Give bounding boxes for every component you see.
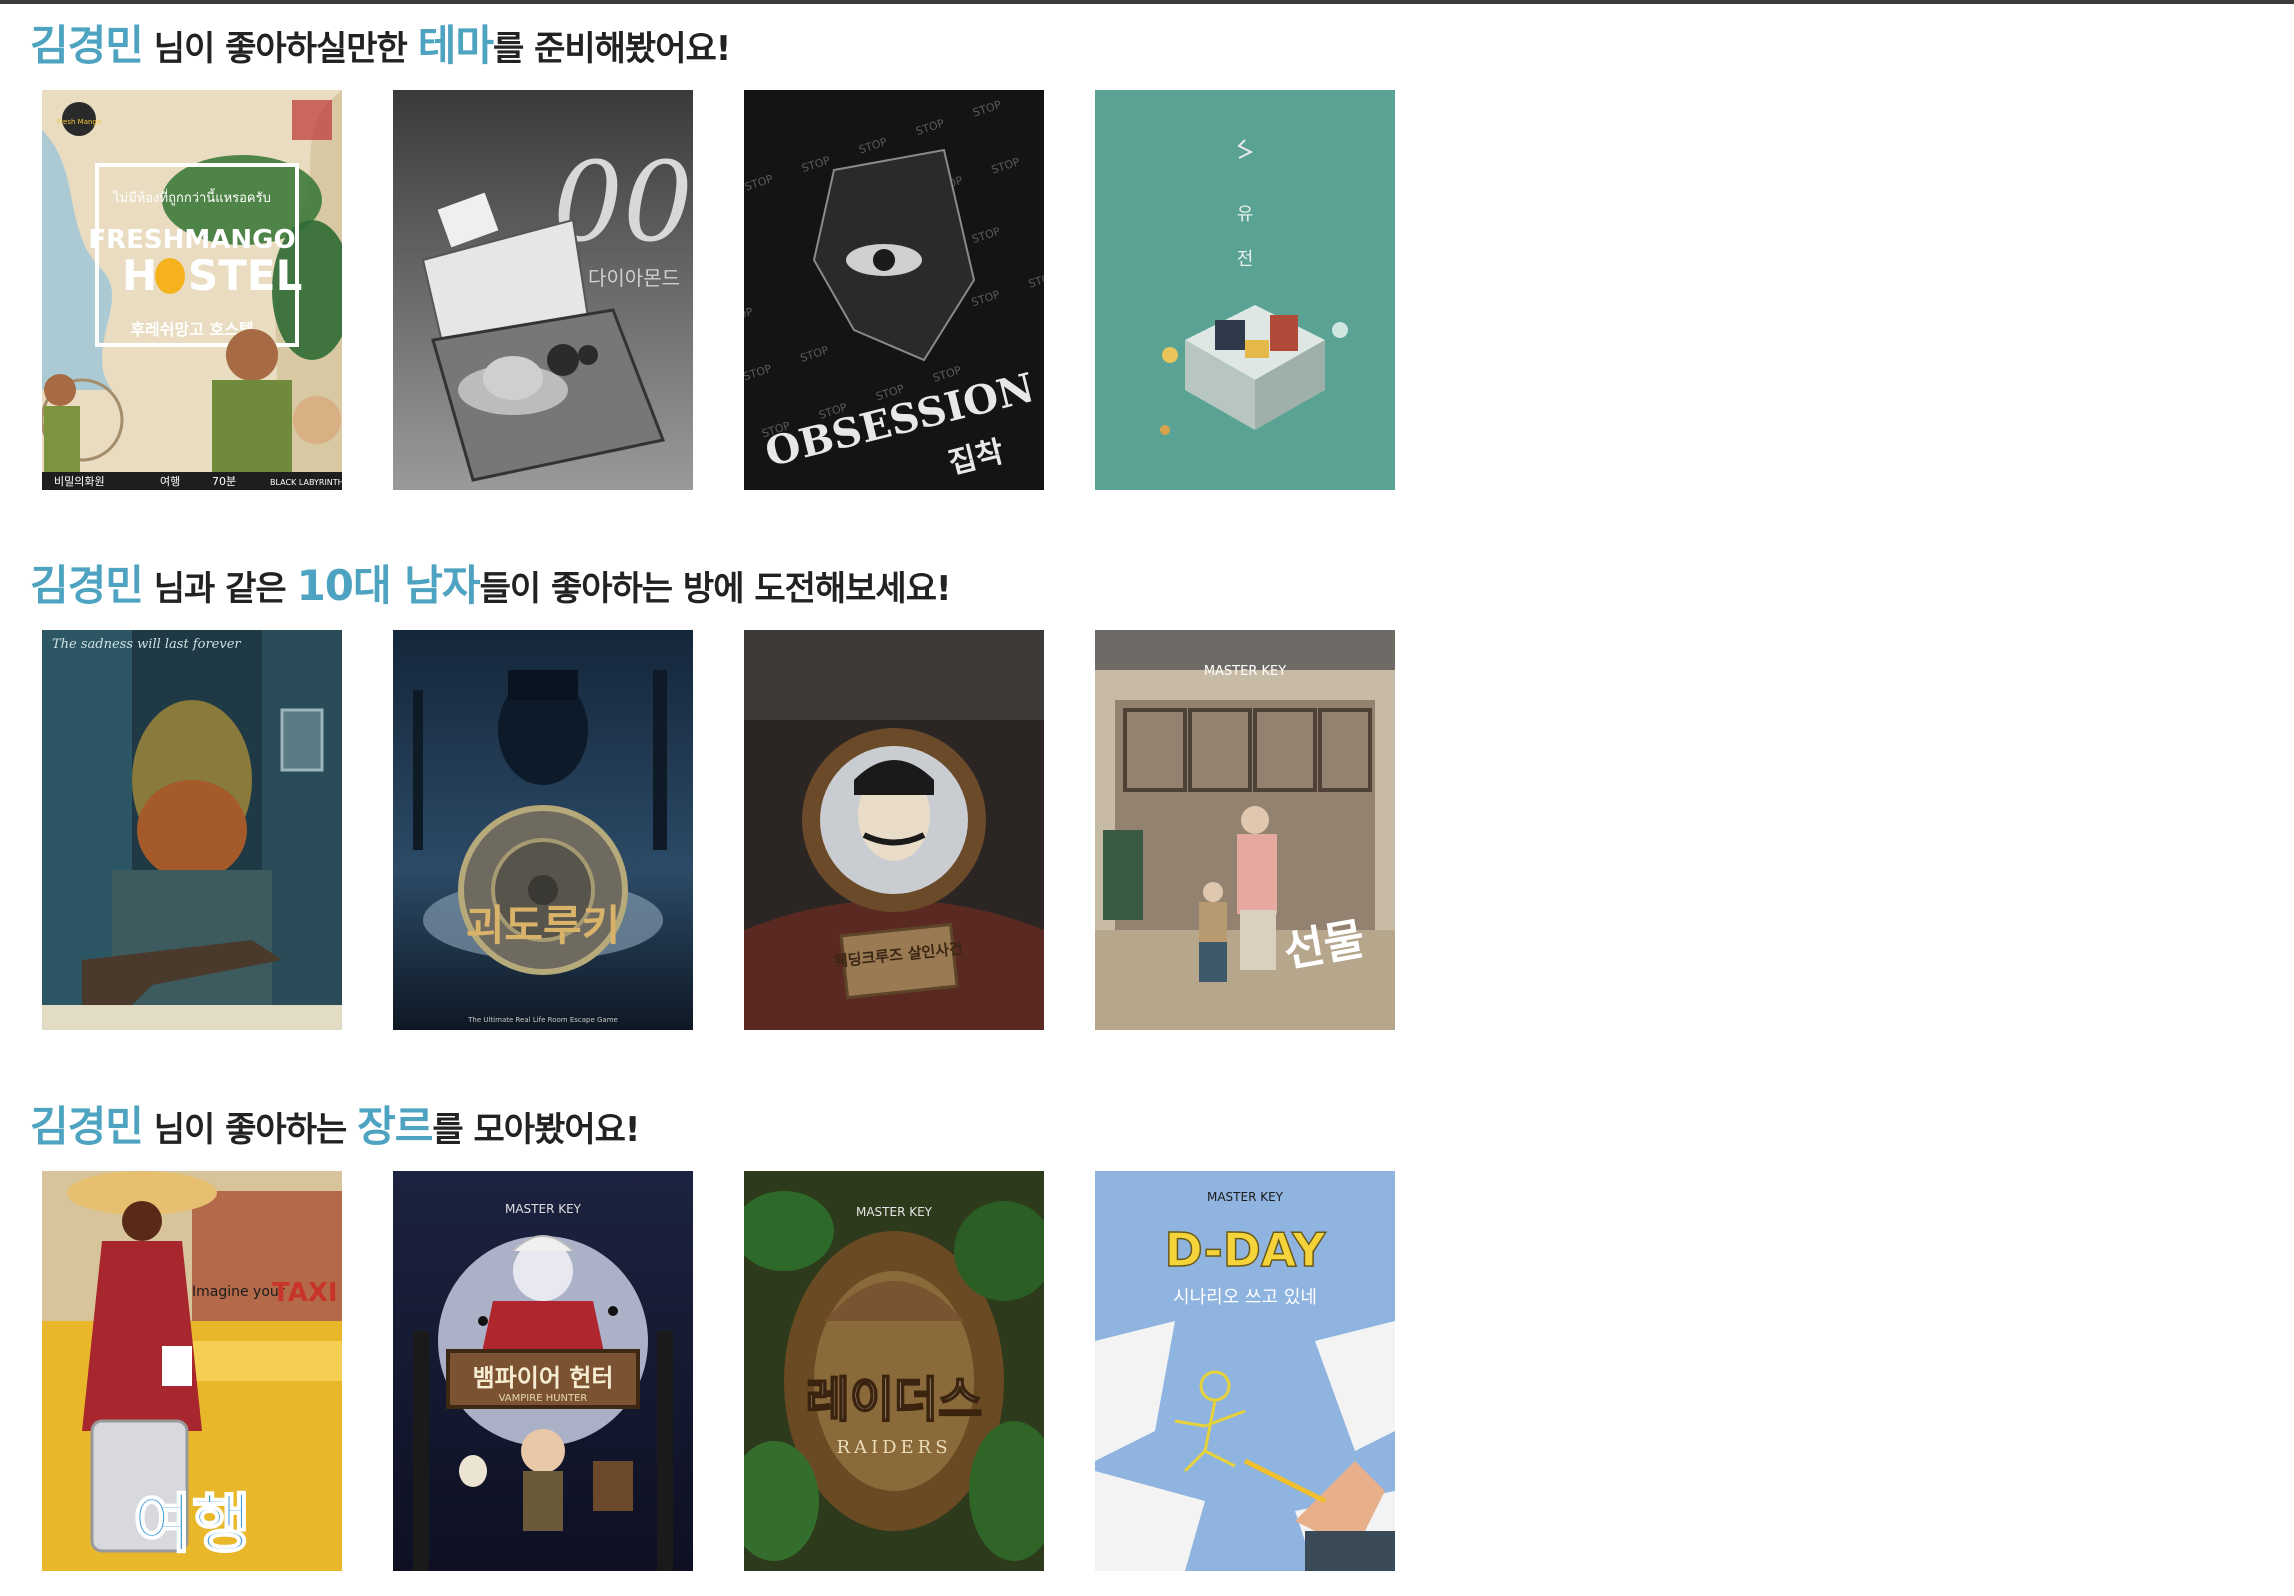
poster-image: The sadness will last forever xyxy=(42,630,342,1030)
poster-image: Fresh Mango ไม่มีห้องที่ถูกกว่านี้แหรอคร… xyxy=(42,90,342,490)
user-name: 김경민 xyxy=(30,21,144,70)
theme-card-travel[interactable]: Imagine your TAXI 여행 xyxy=(42,1171,342,1571)
heading-text: 님과 같은 xyxy=(142,569,297,609)
svg-text:VAMPIRE HUNTER: VAMPIRE HUNTER xyxy=(499,1393,588,1404)
heading-text: 들이 좋아하는 방에 도전해보세요! xyxy=(479,569,952,609)
svg-text:비밀의화원: 비밀의화원 xyxy=(54,475,105,488)
svg-text:The sadness will last forever: The sadness will last forever xyxy=(52,637,241,652)
svg-text:여행: 여행 xyxy=(160,475,180,488)
svg-text:BLACK LABYRINTH: BLACK LABYRINTH xyxy=(270,478,342,487)
svg-text:The Ultimate Real Life Room Es: The Ultimate Real Life Room Escape Game xyxy=(467,1016,618,1024)
section-heading: 김경민 님이 좋아하실만한 테마를 준비해봤어요! xyxy=(30,12,731,73)
svg-text:전: 전 xyxy=(1237,249,1254,270)
heading-highlight: 10대 남자 xyxy=(296,561,481,610)
svg-text:시나리오 쓰고 있네: 시나리오 쓰고 있네 xyxy=(1173,1287,1317,1308)
top-border xyxy=(0,0,2294,4)
poster-image: 괴도루키 The Ultimate Real Life Room Escape … xyxy=(393,630,693,1030)
section-heading: 김경민 님과 같은 10대 남자들이 좋아하는 방에 도전해보세요! xyxy=(30,552,951,613)
theme-card-gift[interactable]: MASTER KEY 선물 xyxy=(1095,630,1395,1030)
poster-image: MASTER KEY 레이더스 RAIDERS xyxy=(744,1171,1044,1571)
theme-card-vampire-hunter[interactable]: MASTER KEY 뱀파이어 헌터 VAMPIRE HUNTER xyxy=(393,1171,693,1571)
heading-highlight: 테마 xyxy=(417,21,494,70)
heading-text: 님이 좋아하는 xyxy=(142,1110,358,1150)
heading-text: 를 준비해봤어요! xyxy=(492,29,731,69)
section-heading: 김경민 님이 좋아하는 장르를 모아봤어요! xyxy=(30,1093,640,1154)
svg-text:D-DAY: D-DAY xyxy=(1165,1223,1327,1277)
poster-image: Imagine your TAXI 여행 xyxy=(42,1171,342,1571)
svg-text:TAXI: TAXI xyxy=(272,1278,338,1308)
heading-text: 를 모아봤어요! xyxy=(432,1110,640,1150)
poster-image: 007 다이아몬드 xyxy=(393,90,693,490)
svg-text:괴도루키: 괴도루키 xyxy=(466,901,621,950)
theme-card-sadness[interactable]: The sadness will last forever xyxy=(42,630,342,1030)
svg-text:MASTER KEY: MASTER KEY xyxy=(1207,1190,1284,1204)
poster-image: STOP STOP STOP STOP STOP STOP STOP STOP … xyxy=(744,90,1044,490)
user-name: 김경민 xyxy=(30,1102,144,1151)
theme-card-heredity[interactable]: 유 전 xyxy=(1095,90,1395,490)
svg-text:여행: 여행 xyxy=(133,1488,251,1562)
svg-text:유: 유 xyxy=(1237,204,1254,225)
svg-text:MASTER KEY: MASTER KEY xyxy=(1204,664,1286,679)
svg-text:MASTER KEY: MASTER KEY xyxy=(505,1202,582,1216)
svg-text:H: H xyxy=(122,251,157,300)
svg-text:Imagine your: Imagine your xyxy=(192,1284,285,1300)
svg-text:Fresh Mango: Fresh Mango xyxy=(57,118,101,126)
heading-highlight: 장르 xyxy=(357,1102,433,1151)
poster-image: MASTER KEY 뱀파이어 헌터 VAMPIRE HUNTER xyxy=(393,1171,693,1571)
theme-card-phantom-rookie[interactable]: 괴도루키 The Ultimate Real Life Room Escape … xyxy=(393,630,693,1030)
svg-text:다이아몬드: 다이아몬드 xyxy=(588,266,680,290)
poster-image: MASTER KEY D-DAY 시나리오 쓰고 있네 xyxy=(1095,1171,1395,1571)
svg-text:레이더스: 레이더스 xyxy=(806,1372,983,1428)
svg-text:MASTER KEY: MASTER KEY xyxy=(856,1205,933,1219)
theme-card-obsession[interactable]: STOP STOP STOP STOP STOP STOP STOP STOP … xyxy=(744,90,1044,490)
svg-text:ไม่มีห้องที่ถูกกว่านี้แหรอครับ: ไม่มีห้องที่ถูกกว่านี้แหรอครับ xyxy=(112,188,271,206)
theme-card-wedding-cruise[interactable]: 웨딩크루즈 살인사건 xyxy=(744,630,1044,1030)
svg-text:RAIDERS: RAIDERS xyxy=(836,1437,951,1458)
poster-image: MASTER KEY 선물 xyxy=(1095,630,1395,1030)
svg-text:뱀파이어 헌터: 뱀파이어 헌터 xyxy=(473,1364,614,1392)
svg-text:STEL: STEL xyxy=(188,251,302,300)
svg-text:70분: 70분 xyxy=(212,475,236,488)
poster-image: 유 전 xyxy=(1095,90,1395,490)
theme-card-raiders[interactable]: MASTER KEY 레이더스 RAIDERS xyxy=(744,1171,1044,1571)
heading-text: 님이 좋아하실만한 xyxy=(142,29,418,69)
theme-card-d-day[interactable]: MASTER KEY D-DAY 시나리오 쓰고 있네 xyxy=(1095,1171,1395,1571)
theme-card-freshmango-hostel[interactable]: Fresh Mango ไม่มีห้องที่ถูกกว่านี้แหรอคร… xyxy=(42,90,342,490)
poster-image: 웨딩크루즈 살인사건 xyxy=(744,630,1044,1030)
theme-card-007[interactable]: 007 다이아몬드 xyxy=(393,90,693,490)
user-name: 김경민 xyxy=(30,561,144,610)
